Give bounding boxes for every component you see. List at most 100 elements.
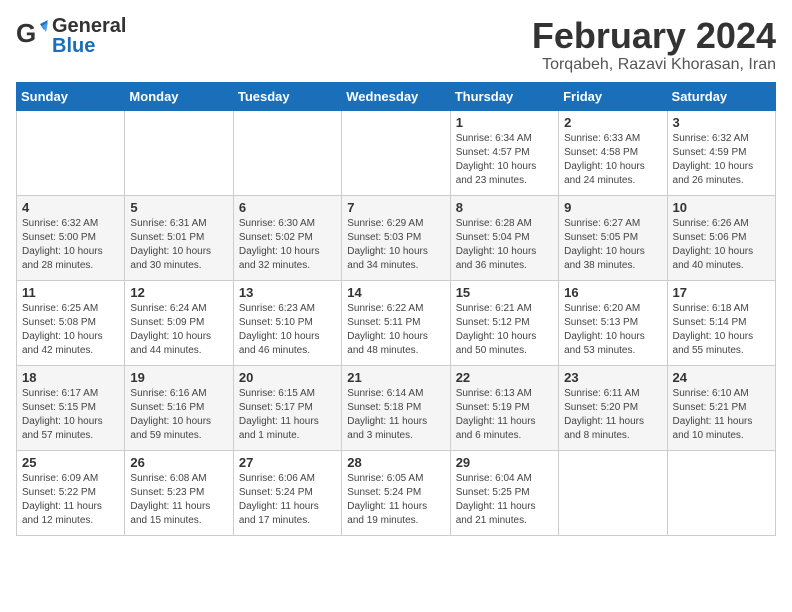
title-area: February 2024 Torqabeh, Razavi Khorasan,… <box>532 16 776 74</box>
day-number: 13 <box>239 285 336 300</box>
day-info: Sunrise: 6:28 AM Sunset: 5:04 PM Dayligh… <box>456 217 553 273</box>
calendar-cell: 5Sunrise: 6:31 AM Sunset: 5:01 PM Daylig… <box>125 195 233 280</box>
day-info: Sunrise: 6:04 AM Sunset: 5:25 PM Dayligh… <box>456 472 553 528</box>
day-number: 11 <box>22 285 119 300</box>
calendar-cell: 8 Sunrise: 6:28 AM Sunset: 5:04 PM Daylig… <box>450 195 558 280</box>
day-number: 12 <box>130 285 227 300</box>
day-number: 16 <box>564 285 661 300</box>
day-info: Sunrise: 6:32 AM Sunset: 4:59 PM Dayligh… <box>673 132 770 188</box>
calendar-cell <box>559 450 667 535</box>
day-number: 26 <box>130 455 227 470</box>
calendar-cell: 6Sunrise: 6:30 AM Sunset: 5:02 PM Daylig… <box>233 195 341 280</box>
day-info: Sunrise: 6:23 AM Sunset: 5:10 PM Dayligh… <box>239 302 336 358</box>
day-info: Sunrise: 6:10 AM Sunset: 5:21 PM Dayligh… <box>673 387 770 443</box>
calendar-cell: 16 Sunrise: 6:20 AM Sunset: 5:13 PM Dayli… <box>559 280 667 365</box>
calendar-cell: 17 Sunrise: 6:18 AM Sunset: 5:14 PM Dayli… <box>667 280 775 365</box>
day-number: 9 <box>564 200 661 215</box>
day-info: Sunrise: 6:33 AM Sunset: 4:58 PM Dayligh… <box>564 132 661 188</box>
calendar-cell: 3 Sunrise: 6:32 AM Sunset: 4:59 PM Daylig… <box>667 110 775 195</box>
day-header-saturday: Saturday <box>667 82 775 110</box>
week-row-3: 11 Sunrise: 6:25 AM Sunset: 5:08 PM Dayli… <box>17 280 776 365</box>
day-info: Sunrise: 6:27 AM Sunset: 5:05 PM Dayligh… <box>564 217 661 273</box>
day-number: 24 <box>673 370 770 385</box>
day-number: 22 <box>456 370 553 385</box>
calendar-cell: 12 Sunrise: 6:24 AM Sunset: 5:09 PM Dayli… <box>125 280 233 365</box>
day-number: 3 <box>673 115 770 130</box>
day-header-wednesday: Wednesday <box>342 82 450 110</box>
day-number: 29 <box>456 455 553 470</box>
day-number: 18 <box>22 370 119 385</box>
calendar-cell: 18Sunrise: 6:17 AM Sunset: 5:15 PM Dayli… <box>17 365 125 450</box>
calendar-cell <box>17 110 125 195</box>
day-number: 27 <box>239 455 336 470</box>
week-row-2: 4 Sunrise: 6:32 AM Sunset: 5:00 PM Daylig… <box>17 195 776 280</box>
day-info: Sunrise: 6:34 AM Sunset: 4:57 PM Dayligh… <box>456 132 553 188</box>
day-info: Sunrise: 6:11 AM Sunset: 5:20 PM Dayligh… <box>564 387 661 443</box>
day-info: Sunrise: 6:21 AM Sunset: 5:12 PM Dayligh… <box>456 302 553 358</box>
calendar-cell: 11 Sunrise: 6:25 AM Sunset: 5:08 PM Dayli… <box>17 280 125 365</box>
day-number: 10 <box>673 200 770 215</box>
day-number: 28 <box>347 455 444 470</box>
calendar-cell: 1 Sunrise: 6:34 AM Sunset: 4:57 PM Daylig… <box>450 110 558 195</box>
day-info: Sunrise: 6:15 AM Sunset: 5:17 PM Dayligh… <box>239 387 336 443</box>
day-info: Sunrise: 6:32 AM Sunset: 5:00 PM Dayligh… <box>22 217 119 273</box>
calendar-cell: 24 Sunrise: 6:10 AM Sunset: 5:21 PM Dayli… <box>667 365 775 450</box>
day-info: Sunrise: 6:09 AM Sunset: 5:22 PM Dayligh… <box>22 472 119 528</box>
svg-text:G: G <box>16 20 36 48</box>
day-number: 4 <box>22 200 119 215</box>
logo-line2: Blue <box>52 36 126 56</box>
day-info: Sunrise: 6:14 AM Sunset: 5:18 PM Dayligh… <box>347 387 444 443</box>
day-number: 8 <box>456 200 553 215</box>
calendar-cell: 26 Sunrise: 6:08 AM Sunset: 5:23 PM Dayli… <box>125 450 233 535</box>
calendar-cell: 9 Sunrise: 6:27 AM Sunset: 5:05 PM Daylig… <box>559 195 667 280</box>
calendar-cell <box>667 450 775 535</box>
calendar-cell <box>125 110 233 195</box>
calendar-cell <box>342 110 450 195</box>
day-number: 23 <box>564 370 661 385</box>
calendar-cell: 22 Sunrise: 6:13 AM Sunset: 5:19 PM Dayli… <box>450 365 558 450</box>
logo-line1: General <box>52 16 126 36</box>
day-number: 6 <box>239 200 336 215</box>
calendar-cell: 19Sunrise: 6:16 AM Sunset: 5:16 PM Dayli… <box>125 365 233 450</box>
calendar-cell: 21Sunrise: 6:14 AM Sunset: 5:18 PM Dayli… <box>342 365 450 450</box>
day-info: Sunrise: 6:24 AM Sunset: 5:09 PM Dayligh… <box>130 302 227 358</box>
day-number: 7 <box>347 200 444 215</box>
page-header: G General Blue February 2024 Torqabeh, R… <box>16 16 776 74</box>
calendar-cell: 10 Sunrise: 6:26 AM Sunset: 5:06 PM Dayli… <box>667 195 775 280</box>
day-info: Sunrise: 6:13 AM Sunset: 5:19 PM Dayligh… <box>456 387 553 443</box>
calendar-cell: 15 Sunrise: 6:21 AM Sunset: 5:12 PM Dayli… <box>450 280 558 365</box>
day-number: 14 <box>347 285 444 300</box>
day-header-monday: Monday <box>125 82 233 110</box>
week-row-1: 1 Sunrise: 6:34 AM Sunset: 4:57 PM Daylig… <box>17 110 776 195</box>
day-info: Sunrise: 6:29 AM Sunset: 5:03 PM Dayligh… <box>347 217 444 273</box>
day-header-tuesday: Tuesday <box>233 82 341 110</box>
calendar-cell: 23 Sunrise: 6:11 AM Sunset: 5:20 PM Dayli… <box>559 365 667 450</box>
day-info: Sunrise: 6:05 AM Sunset: 5:24 PM Dayligh… <box>347 472 444 528</box>
calendar-cell <box>233 110 341 195</box>
calendar-cell: 28 Sunrise: 6:05 AM Sunset: 5:24 PM Dayli… <box>342 450 450 535</box>
day-info: Sunrise: 6:16 AM Sunset: 5:16 PM Dayligh… <box>130 387 227 443</box>
day-number: 1 <box>456 115 553 130</box>
day-info: Sunrise: 6:25 AM Sunset: 5:08 PM Dayligh… <box>22 302 119 358</box>
calendar-cell: 2 Sunrise: 6:33 AM Sunset: 4:58 PM Daylig… <box>559 110 667 195</box>
logo-bird-icon: G <box>16 20 48 48</box>
day-number: 15 <box>456 285 553 300</box>
day-info: Sunrise: 6:08 AM Sunset: 5:23 PM Dayligh… <box>130 472 227 528</box>
calendar-cell: 27 Sunrise: 6:06 AM Sunset: 5:24 PM Dayli… <box>233 450 341 535</box>
day-info: Sunrise: 6:18 AM Sunset: 5:14 PM Dayligh… <box>673 302 770 358</box>
month-title: February 2024 <box>532 16 776 56</box>
calendar-cell: 13 Sunrise: 6:23 AM Sunset: 5:10 PM Dayli… <box>233 280 341 365</box>
day-info: Sunrise: 6:31 AM Sunset: 5:01 PM Dayligh… <box>130 217 227 273</box>
day-info: Sunrise: 6:22 AM Sunset: 5:11 PM Dayligh… <box>347 302 444 358</box>
day-number: 17 <box>673 285 770 300</box>
day-info: Sunrise: 6:26 AM Sunset: 5:06 PM Dayligh… <box>673 217 770 273</box>
calendar-cell: 25 Sunrise: 6:09 AM Sunset: 5:22 PM Dayli… <box>17 450 125 535</box>
calendar-cell: 20 Sunrise: 6:15 AM Sunset: 5:17 PM Dayli… <box>233 365 341 450</box>
day-number: 25 <box>22 455 119 470</box>
day-number: 2 <box>564 115 661 130</box>
day-info: Sunrise: 6:20 AM Sunset: 5:13 PM Dayligh… <box>564 302 661 358</box>
day-info: Sunrise: 6:06 AM Sunset: 5:24 PM Dayligh… <box>239 472 336 528</box>
day-number: 20 <box>239 370 336 385</box>
calendar-cell: 14 Sunrise: 6:22 AM Sunset: 5:11 PM Dayli… <box>342 280 450 365</box>
day-header-sunday: Sunday <box>17 82 125 110</box>
